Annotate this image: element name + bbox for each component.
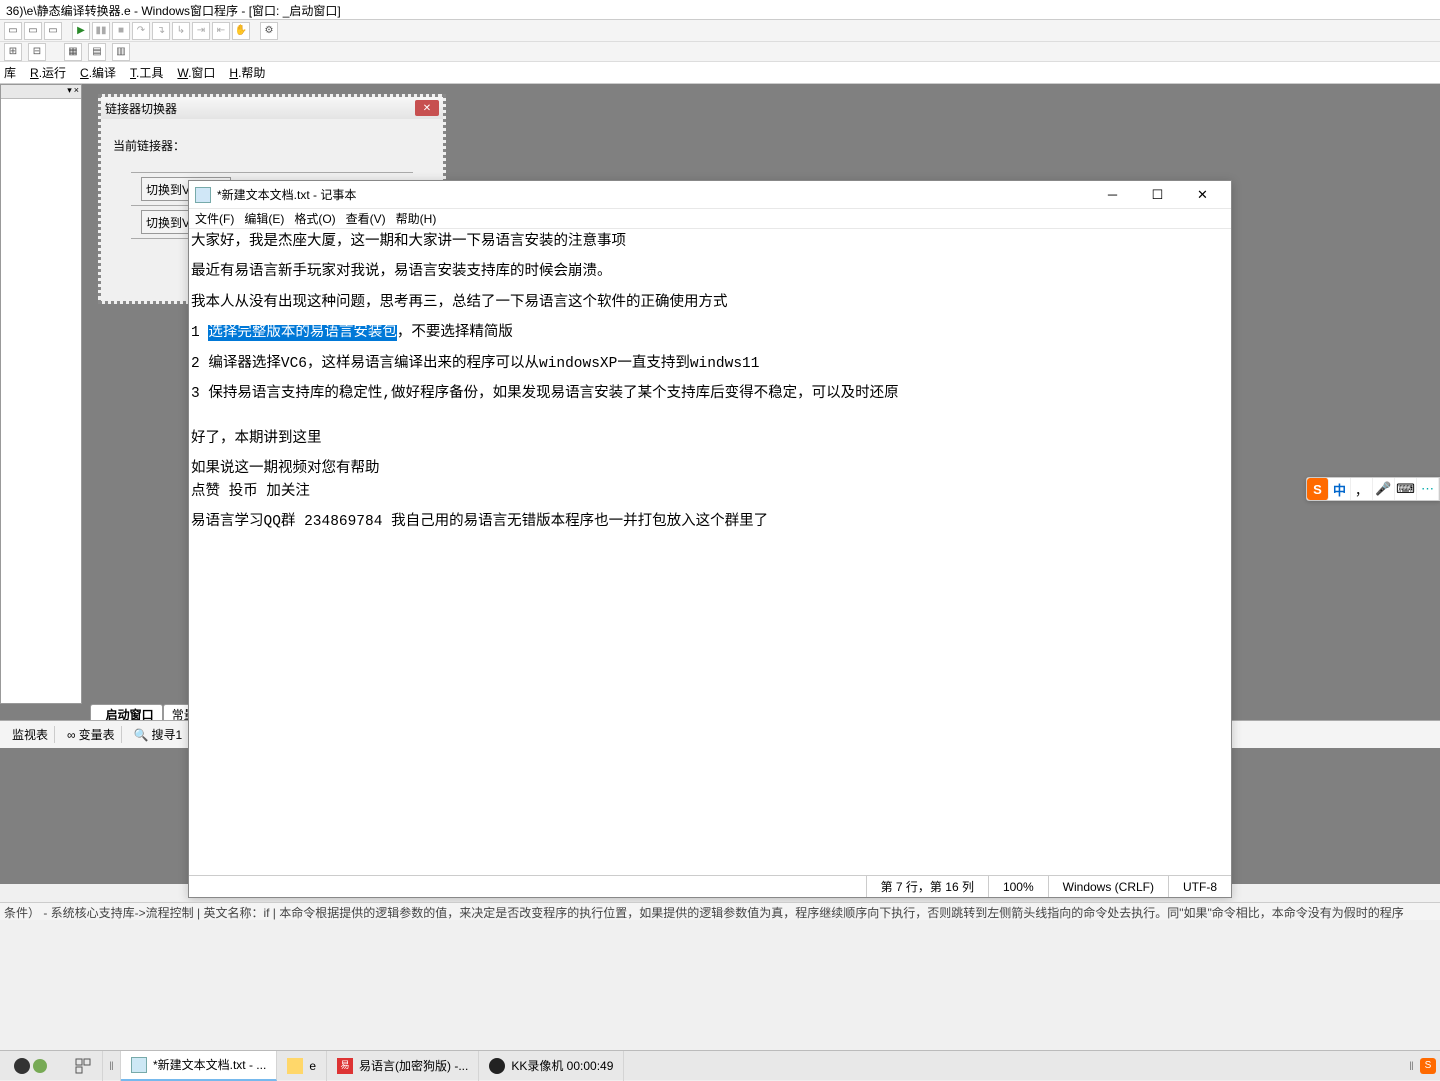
text-line: 2 编译器选择VC6，这样易语言编译出来的程序可以从windowsXP一直支持到… [191,353,1231,375]
linker-title-text: 链接器切换器 [105,100,177,117]
text-line: 最近有易语言新手玩家对我说，易语言安装支持库的时候会崩溃。 [191,261,1231,283]
ime-punct-toggle[interactable]: ， [1351,478,1373,500]
eyuyan-icon: 易 [337,1058,353,1074]
tab-monitor[interactable]: 监视表 [6,726,55,743]
notepad-status-bar: 第 7 行，第 16 列 100% Windows (CRLF) UTF-8 [189,875,1231,897]
status-zoom: 100% [988,876,1048,897]
text-line: 我本人从没有出现这种问题，思考再三，总结了一下易语言这个软件的正确使用方式 [191,292,1231,314]
hand-icon[interactable]: ✋ [232,22,250,40]
selected-text: 选择完整版本的易语言安装包 [208,325,397,341]
recorder-icon [489,1058,505,1074]
text-line: 易语言学习QQ群 234869784 我自己用的易语言无错版本程序也一并打包放入… [191,511,1231,533]
task-view-button[interactable] [64,1051,103,1081]
taskbar-divider: ‖ [103,1051,121,1081]
ide-title-bar: 36)\e\静态编译转换器.e - Windows窗口程序 - [窗口: _启动… [0,0,1440,20]
taskbar-notepad[interactable]: *新建文本文档.txt - ... [121,1051,277,1081]
menu-run[interactable]: R.运行 [30,64,66,81]
design-icon[interactable]: ⚙ [260,22,278,40]
step2-icon[interactable]: ⇤ [212,22,230,40]
menu-compile[interactable]: C.编译 [80,64,116,81]
notepad-icon [131,1057,147,1073]
tb2-icon[interactable]: ▥ [112,43,130,61]
menu-format[interactable]: 格式(O) [294,210,335,227]
menu-window[interactable]: W.窗口 [177,64,215,81]
step-over-icon[interactable]: ↷ [132,22,150,40]
taskbar-explorer[interactable]: e [277,1051,327,1081]
text-line: 大家好，我是杰座大厦，这一期和大家讲一下易语言安装的注意事项 [191,231,1231,253]
ide-info-strip: 条件） - 系统核心支持库->流程控制 | 英文名称：if | 本命令根据提供的… [0,902,1440,920]
tb2-icon[interactable]: ▦ [64,43,82,61]
tb-new-icon[interactable]: ▭ [4,22,22,40]
menu-lib[interactable]: 库 [4,64,16,81]
taskbar-recorder[interactable]: KK录像机 00:00:49 [479,1051,624,1081]
ide-toolbar-main: ▭ ▭ ▭ ▶ ▮▮ ■ ↷ ↴ ↳ ⇥ ⇤ ✋ ⚙ [0,20,1440,42]
tab-variables[interactable]: ∞变量表 [61,726,122,743]
notepad-window: *新建文本文档.txt - 记事本 ─ ☐ ✕ 文件(F) 编辑(E) 格式(O… [188,180,1232,898]
step-out-icon[interactable]: ↳ [172,22,190,40]
ide-toolbar-secondary: ⊞ ⊟ ▦ ▤ ▥ [0,42,1440,62]
tb2-icon[interactable]: ⊟ [28,43,46,61]
tab-search1[interactable]: 🔍搜寻1 [128,726,190,743]
ime-logo-icon[interactable]: S [1307,478,1329,500]
panel-menu-icon[interactable]: ▾ [67,85,72,98]
ide-menu-bar: 库 R.运行 C.编译 T.工具 W.窗口 H.帮助 [0,62,1440,84]
text-line: 1 选择完整版本的易语言安装包，不要选择精简版 [191,322,1231,344]
linker-current-label: 当前链接器： [113,137,433,154]
ime-toolbar[interactable]: S 中 ， 🎤 ⌨ ⋯ [1306,477,1440,501]
maximize-button[interactable]: ☐ [1135,181,1180,209]
close-button[interactable]: ✕ [1180,181,1225,209]
text-line: 好了，本期讲到这里 [191,428,1231,450]
ime-more-icon[interactable]: ⋯ [1417,478,1439,500]
tb-save-icon[interactable]: ▭ [44,22,62,40]
taskview-icon [74,1057,92,1075]
status-encoding: UTF-8 [1168,876,1231,897]
taskbar-eyuyan[interactable]: 易 易语言(加密狗版) -... [327,1051,479,1081]
menu-help[interactable]: H.帮助 [229,64,265,81]
tray-divider: ‖ [1409,1059,1414,1073]
step-into-icon[interactable]: ↴ [152,22,170,40]
run-icon[interactable]: ▶ [72,22,90,40]
status-eol: Windows (CRLF) [1048,876,1168,897]
notepad-title-text: *新建文本文档.txt - 记事本 [217,186,1090,203]
menu-tools[interactable]: T.工具 [130,64,163,81]
ime-lang-toggle[interactable]: 中 [1329,478,1351,500]
taskbar-tray: ‖ S [1409,1058,1440,1074]
panel-close-icon[interactable]: × [74,85,79,98]
ime-keyboard-icon[interactable]: ⌨ [1395,478,1417,500]
menu-file[interactable]: 文件(F) [195,210,234,227]
step-icon[interactable]: ⇥ [192,22,210,40]
start-button[interactable] [0,1051,64,1081]
minimize-button[interactable]: ─ [1090,181,1135,209]
sogou-tray-icon[interactable]: S [1420,1058,1436,1074]
menu-help[interactable]: 帮助(H) [396,210,437,227]
penguin-icon [12,1056,52,1076]
pause-icon[interactable]: ▮▮ [92,22,110,40]
menu-edit[interactable]: 编辑(E) [244,210,284,227]
text-line: 3 保持易语言支持库的稳定性,做好程序备份，如果发现易语言安装了某个支持库后变得… [191,383,1231,405]
menu-view[interactable]: 查看(V) [346,210,386,227]
text-line: 点赞 投币 加关注 [191,481,1231,503]
tb2-icon[interactable]: ▤ [88,43,106,61]
notepad-title-bar[interactable]: *新建文本文档.txt - 记事本 ─ ☐ ✕ [189,181,1231,209]
status-cursor-pos: 第 7 行，第 16 列 [866,876,988,897]
notepad-icon [195,187,211,203]
notepad-text-area[interactable]: 大家好，我是杰座大厦，这一期和大家讲一下易语言安装的注意事项 最近有易语言新手玩… [189,229,1231,875]
close-icon[interactable]: ✕ [415,100,439,116]
tb-open-icon[interactable]: ▭ [24,22,42,40]
text-line: 如果说这一期视频对您有帮助 [191,458,1231,480]
linker-dialog-title: 链接器切换器 ✕ [101,97,443,119]
left-panel-header: ▾ × [1,85,81,99]
ime-mic-icon[interactable]: 🎤 [1373,478,1395,500]
stop-icon[interactable]: ■ [112,22,130,40]
left-panel: ▾ × [0,84,82,704]
notepad-menu-bar: 文件(F) 编辑(E) 格式(O) 查看(V) 帮助(H) [189,209,1231,229]
tb2-icon[interactable]: ⊞ [4,43,22,61]
folder-icon [287,1058,303,1074]
taskbar: ‖ *新建文本文档.txt - ... e 易 易语言(加密狗版) -... K… [0,1050,1440,1080]
